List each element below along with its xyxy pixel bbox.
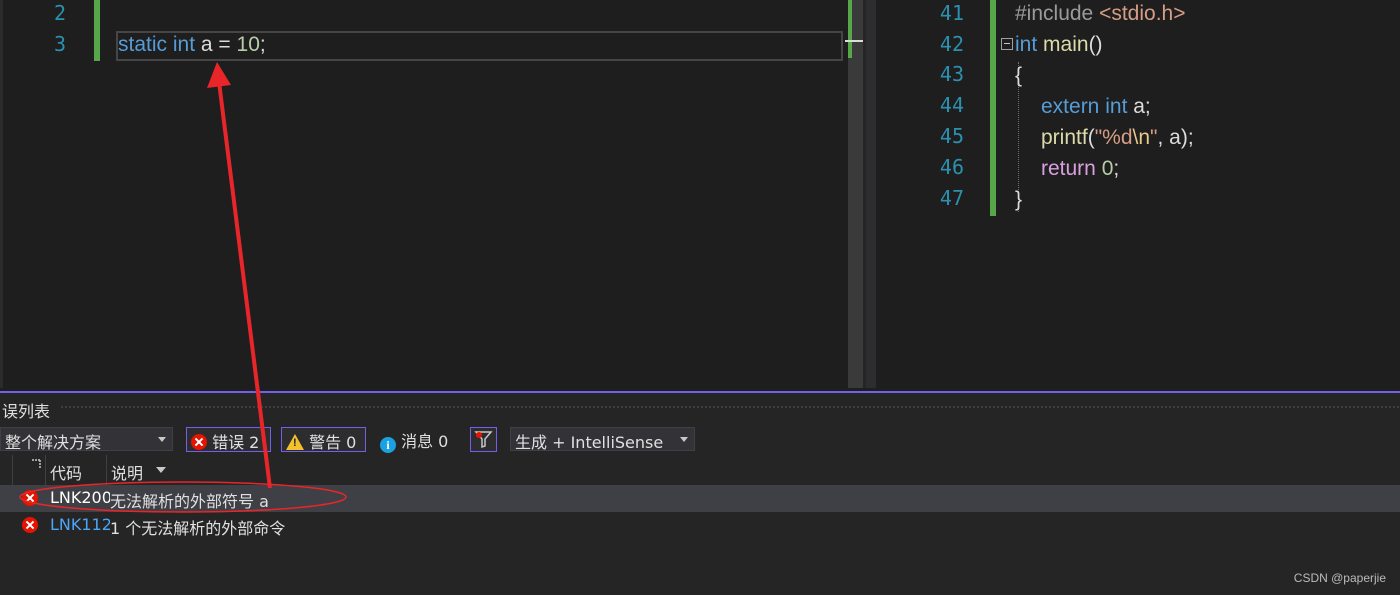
column-header-row: 代码 说明: [0, 455, 1400, 485]
line-number: 46: [939, 155, 964, 179]
error-description: 1 个无法解析的外部命令: [110, 519, 286, 538]
scope-dropdown-value: 整个解决方案: [5, 433, 102, 452]
column-separator[interactable]: [106, 455, 107, 485]
column-header-description[interactable]: 说明: [111, 460, 143, 484]
info-icon: i: [380, 437, 396, 453]
sort-descending-icon[interactable]: [156, 467, 166, 473]
function-printf: printf: [1041, 126, 1088, 149]
collapse-toggle-icon[interactable]: [1001, 38, 1013, 50]
line-number: 3: [53, 32, 66, 56]
error-code: LNK2001: [50, 488, 110, 507]
column-separator[interactable]: [12, 455, 13, 485]
string-literal: "%d: [1094, 126, 1133, 149]
error-icon: [22, 490, 38, 506]
column-options-icon[interactable]: [31, 459, 41, 469]
change-indicator-bar: [94, 0, 100, 61]
messages-filter-label: 消息 0: [401, 432, 449, 451]
error-list-panel: 误列表 整个解决方案 错误 2 ! 警告 0 i 消息 0 生成 + Intel…: [0, 391, 1400, 595]
warnings-filter-label: 警告 0: [309, 433, 357, 452]
errors-filter-label: 错误 2: [212, 433, 260, 452]
error-row[interactable]: LNK1120 1 个无法解析的外部命令: [0, 512, 1400, 539]
column-separator[interactable]: [45, 455, 46, 485]
semicolon: ;: [259, 33, 266, 56]
code-line-main[interactable]: int main(): [1015, 33, 1103, 57]
warnings-filter-button[interactable]: ! 警告 0: [281, 427, 366, 452]
error-list-toolbar: 整个解决方案 错误 2 ! 警告 0 i 消息 0 生成 + IntelliSe…: [0, 423, 1400, 453]
watermark: CSDN @paperjie: [1293, 571, 1386, 585]
line-number: 45: [939, 124, 964, 148]
messages-filter-button[interactable]: i 消息 0: [376, 427, 461, 453]
keyword-static: static: [118, 33, 168, 56]
editor-splitter[interactable]: [863, 0, 876, 388]
semicolon: ;: [1113, 157, 1120, 180]
keyword-extern: extern: [1041, 95, 1100, 118]
line-number: 44: [939, 93, 964, 117]
keyword-int: int: [172, 33, 196, 56]
funnel-icon: [474, 431, 493, 449]
left-code-editor[interactable]: 2 3 static int a = 10;: [0, 0, 848, 388]
code-line-printf[interactable]: printf("%d\n", a);: [1041, 126, 1194, 150]
printf-args: , a);: [1157, 126, 1194, 149]
number-literal: 0: [1101, 157, 1114, 180]
line-number: 42: [939, 32, 964, 56]
header-name: <stdio.h>: [1099, 2, 1186, 25]
warning-glyph: !: [293, 437, 297, 449]
right-code-editor[interactable]: 41 42 43 44 45 46 47: [900, 0, 1400, 388]
line-number: 41: [939, 1, 964, 25]
identifier-a: a: [200, 33, 213, 56]
column-header-code[interactable]: 代码: [50, 460, 82, 484]
line-number: 2: [53, 1, 66, 25]
code-line-open-brace[interactable]: {: [1015, 64, 1022, 88]
editor-left-edge: [0, 0, 3, 388]
chevron-down-icon: [158, 437, 166, 442]
panel-drag-grip[interactable]: [60, 405, 1400, 410]
escape-sequence: \n: [1132, 126, 1151, 149]
source-dropdown[interactable]: 生成 + IntelliSense: [510, 427, 695, 452]
splitter-handle[interactable]: [866, 0, 876, 388]
keyword-int: int: [1015, 33, 1038, 56]
keyword-int: int: [1105, 95, 1128, 118]
panel-header[interactable]: 误列表: [0, 393, 1400, 421]
function-main: main: [1043, 33, 1089, 56]
line-number: 47: [939, 186, 964, 210]
panel-title: 误列表: [2, 402, 51, 421]
identifier-a: a;: [1133, 95, 1151, 118]
operator-assign: =: [218, 33, 231, 56]
code-line-extern[interactable]: extern int a;: [1041, 95, 1151, 119]
line-number: 43: [939, 62, 964, 86]
source-dropdown-value: 生成 + IntelliSense: [515, 433, 664, 452]
code-line-static-int-a[interactable]: static int a = 10;: [118, 33, 266, 57]
scrollbar-change-mark: [848, 0, 852, 58]
warning-icon: !: [286, 434, 304, 450]
change-indicator-bar: [990, 0, 996, 216]
number-literal: 10: [236, 33, 260, 56]
filter-toggle-button[interactable]: [470, 427, 497, 452]
left-editor-scrollbar[interactable]: [845, 0, 867, 388]
keyword-return: return: [1041, 157, 1096, 180]
code-line-include[interactable]: #include <stdio.h>: [1015, 2, 1185, 26]
parens: (): [1088, 33, 1103, 56]
open-paren: (: [1087, 126, 1095, 149]
error-icon: [191, 434, 207, 450]
error-description: 无法解析的外部符号 a: [110, 492, 269, 511]
error-icon: [22, 517, 38, 533]
error-code-link[interactable]: LNK1120: [50, 515, 110, 534]
error-row[interactable]: LNK2001 无法解析的外部符号 a: [0, 485, 1400, 512]
scope-dropdown[interactable]: 整个解决方案: [0, 427, 173, 452]
preprocessor-include: #include: [1015, 2, 1094, 25]
code-line-close-brace[interactable]: }: [1015, 188, 1022, 212]
errors-filter-button[interactable]: 错误 2: [186, 427, 271, 452]
code-line-return[interactable]: return 0;: [1041, 157, 1119, 181]
chevron-down-icon: [680, 437, 688, 442]
